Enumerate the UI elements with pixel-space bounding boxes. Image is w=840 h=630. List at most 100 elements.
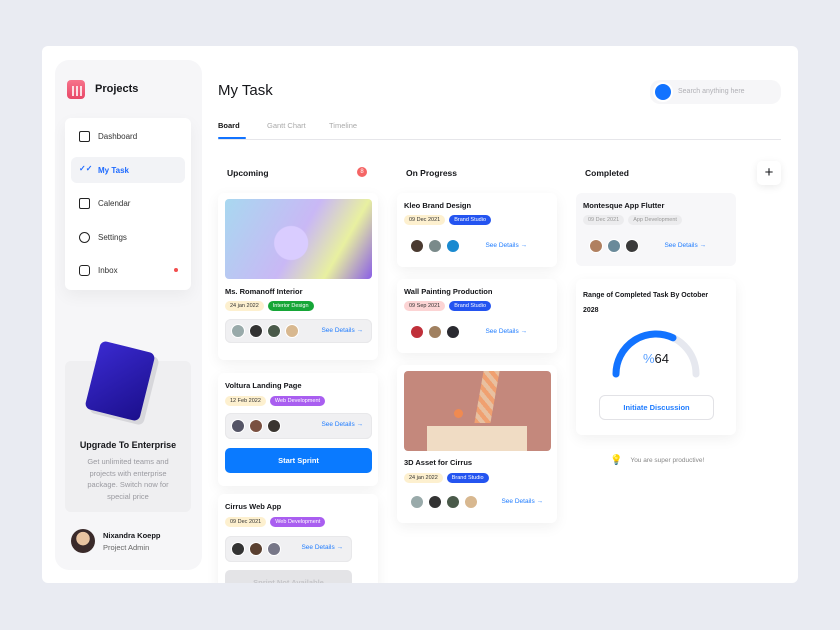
calendar-icon: [79, 197, 90, 209]
user-role: Project Admin: [103, 543, 150, 552]
search-icon: [655, 84, 671, 100]
avatar: [267, 419, 281, 433]
date-tag: 09 Dec 2021: [404, 215, 446, 225]
date-tag: 24 jan 2022: [404, 473, 443, 483]
avatar: [249, 419, 263, 433]
sidebar-item-settings[interactable]: Settings: [71, 224, 185, 250]
see-details-link[interactable]: See Details →: [321, 327, 363, 334]
sidebar-item-label: My Task: [98, 165, 129, 175]
avatar: [285, 324, 299, 338]
assignees-row: See Details →: [404, 320, 551, 344]
assignees-row: See Details →: [404, 490, 551, 514]
percent-sign: %: [642, 351, 655, 366]
assignees-row: See Details →: [404, 234, 551, 258]
tab-gantt-chart[interactable]: Gantt Chart: [267, 121, 306, 130]
gauge-title: Range of Completed Task By October 2028: [583, 292, 709, 314]
completion-gauge-card: Range of Completed Task By October 2028 …: [576, 279, 736, 435]
sidebar-item-my-task[interactable]: ✓✓ My Task: [71, 157, 185, 183]
see-details-link[interactable]: See Details →: [301, 544, 343, 551]
assignees-row: See Details →: [225, 319, 372, 343]
avatar: [231, 542, 245, 556]
see-details-link[interactable]: See Details →: [501, 498, 543, 505]
see-details-link[interactable]: See Details →: [664, 242, 706, 249]
avatar[interactable]: [71, 529, 95, 553]
avatar: [249, 542, 263, 556]
sidebar-item-label: Dashboard: [98, 131, 138, 141]
task-card[interactable]: Ms. Romanoff Interior 24 jan 2022 Interio…: [218, 193, 378, 360]
search-input[interactable]: Search anything here: [650, 80, 781, 104]
tab-board[interactable]: Board: [218, 121, 240, 130]
add-column-button[interactable]: +: [757, 161, 781, 185]
column-title-on-progress: On Progress: [406, 168, 458, 178]
avatar: [267, 324, 281, 338]
column-title-completed: Completed: [585, 168, 629, 178]
double-check-icon: ✓✓: [79, 163, 93, 173]
tab-timeline[interactable]: Timeline: [329, 121, 357, 130]
card-cover-image: [404, 371, 551, 451]
upgrade-text: Get unlimited teams and projects with en…: [87, 457, 169, 501]
card-title: Cirrus Web App: [225, 502, 282, 511]
card-cover-image: [225, 199, 372, 279]
category-tag: Brand Studio: [449, 301, 492, 311]
task-card[interactable]: Cirrus Web App 09 Dec 2021 Web Developmen…: [218, 494, 378, 583]
see-details-link[interactable]: See Details →: [485, 328, 527, 335]
date-tag: 24 jan 2022: [225, 301, 264, 311]
category-tag: Interior Design: [267, 301, 314, 311]
sidebar-item-inbox[interactable]: Inbox: [71, 257, 185, 283]
avatar: [428, 239, 442, 253]
assignees-row: See Details →: [583, 234, 730, 258]
see-details-link[interactable]: See Details →: [321, 421, 363, 428]
avatar: [625, 239, 639, 253]
task-card[interactable]: Kleo Brand Design 09 Dec 2021 Brand Studi…: [397, 193, 557, 267]
date-tag: 12 Feb 2022: [225, 396, 266, 406]
start-sprint-button[interactable]: Start Sprint: [225, 448, 372, 473]
card-title: Montesque App Flutter: [583, 201, 665, 210]
sidebar: Projects Dashboard ✓✓ My Task Calendar Se…: [55, 60, 202, 570]
sidebar-item-dashboard[interactable]: Dashboard: [71, 123, 185, 149]
sidebar-item-label: Inbox: [98, 265, 118, 275]
see-details-link[interactable]: See Details →: [485, 242, 527, 249]
card-title: 3D Asset for Cirrus: [404, 458, 473, 467]
sprint-not-available-button: Sprint Not Available: [225, 570, 352, 583]
avatar: [410, 495, 424, 509]
app-window: Projects Dashboard ✓✓ My Task Calendar Se…: [42, 46, 798, 583]
date-tag: 09 Dec 2021: [225, 517, 267, 527]
category-tag: Brand Studio: [449, 215, 492, 225]
sidebar-nav: Dashboard ✓✓ My Task Calendar Settings In…: [65, 118, 191, 290]
card-title: Kleo Brand Design: [404, 201, 472, 210]
task-card[interactable]: 3D Asset for Cirrus 24 jan 2022 Brand Stu…: [397, 365, 557, 523]
notification-dot: [174, 268, 178, 272]
avatar: [589, 239, 603, 253]
calendar-logo-icon: [67, 80, 85, 99]
task-card[interactable]: Voltura Landing Page 12 Feb 2022 Web Deve…: [218, 373, 378, 486]
avatar: [446, 495, 460, 509]
sidebar-item-calendar[interactable]: Calendar: [71, 190, 185, 216]
task-card[interactable]: Montesque App Flutter 09 Dec 2021 App Dev…: [576, 193, 736, 266]
avatar: [446, 239, 460, 253]
user-name: Nixandra Koepp: [103, 531, 161, 540]
avatar: [428, 495, 442, 509]
gear-icon: [79, 231, 90, 243]
date-tag: 09 Sep 2021: [404, 301, 446, 311]
brand-title: Projects: [95, 83, 139, 95]
card-title: Ms. Romanoff Interior: [225, 287, 303, 296]
task-card[interactable]: Wall Painting Production 09 Sep 2021 Bran…: [397, 279, 557, 353]
active-tab-indicator: [218, 137, 246, 139]
sidebar-item-label: Calendar: [98, 198, 131, 208]
column-title-upcoming: Upcoming: [227, 168, 269, 178]
category-tag: Brand Studio: [446, 473, 489, 483]
avatar: [249, 324, 263, 338]
productivity-tip: 💡 You are super productive!: [610, 455, 704, 466]
count-badge: 8: [357, 167, 367, 177]
category-tag: Web Development: [269, 396, 326, 406]
inbox-icon: [79, 264, 90, 276]
sidebar-item-label: Settings: [98, 232, 127, 242]
avatar: [428, 325, 442, 339]
avatar: [267, 542, 281, 556]
assignees-row: See Details →: [225, 536, 352, 562]
initiate-discussion-button[interactable]: Initiate Discussion: [599, 395, 714, 420]
card-title: Wall Painting Production: [404, 287, 493, 296]
avatar: [464, 495, 478, 509]
upgrade-title: Upgrade To Enterprise: [79, 440, 177, 450]
search-placeholder: Search anything here: [678, 88, 745, 95]
